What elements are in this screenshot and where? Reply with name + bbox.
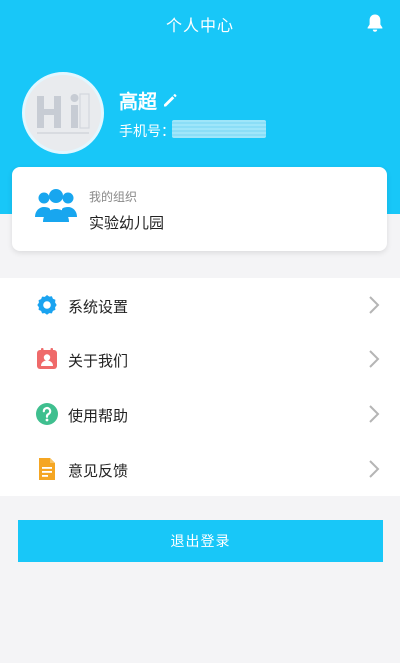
gear-icon	[35, 293, 59, 317]
chevron-right-icon	[368, 295, 380, 315]
user-name: 高超	[119, 91, 158, 113]
page-title: 个人中心	[165, 16, 234, 35]
menu-item-system-settings[interactable]: 系统设置	[0, 278, 400, 332]
document-icon	[35, 457, 59, 481]
people-group-icon	[34, 186, 78, 224]
profile-page: 个人中心 高超 手机号： 我的组织 实验幼儿园 系统设置 关于我们 使用帮助 意…	[0, 0, 400, 663]
menu-item-label: 系统设置	[68, 298, 129, 316]
organization-name: 实验幼儿园	[89, 214, 165, 232]
menu-item-label: 使用帮助	[68, 407, 129, 425]
chevron-right-icon	[368, 459, 380, 479]
phone-value	[172, 120, 266, 138]
logout-button[interactable]: 退出登录	[18, 520, 383, 562]
question-circle-icon	[35, 402, 59, 426]
organization-card[interactable]: 我的组织 实验幼儿园	[12, 167, 387, 251]
phone-label: 手机号：	[119, 124, 175, 140]
menu-item-label: 意见反馈	[68, 462, 129, 480]
avatar[interactable]	[22, 72, 104, 154]
menu-item-feedback[interactable]: 意见反馈	[0, 442, 400, 496]
menu-item-help[interactable]: 使用帮助	[0, 387, 400, 441]
menu-item-label: 关于我们	[68, 352, 129, 370]
chevron-right-icon	[368, 404, 380, 424]
bell-icon[interactable]	[364, 12, 386, 34]
menu-item-about-us[interactable]: 关于我们	[0, 332, 400, 386]
chevron-right-icon	[368, 349, 380, 369]
organization-label: 我的组织	[89, 190, 138, 204]
pencil-icon[interactable]	[162, 92, 178, 108]
settings-menu: 系统设置 关于我们 使用帮助 意见反馈	[0, 278, 400, 496]
contact-card-icon	[35, 347, 59, 371]
